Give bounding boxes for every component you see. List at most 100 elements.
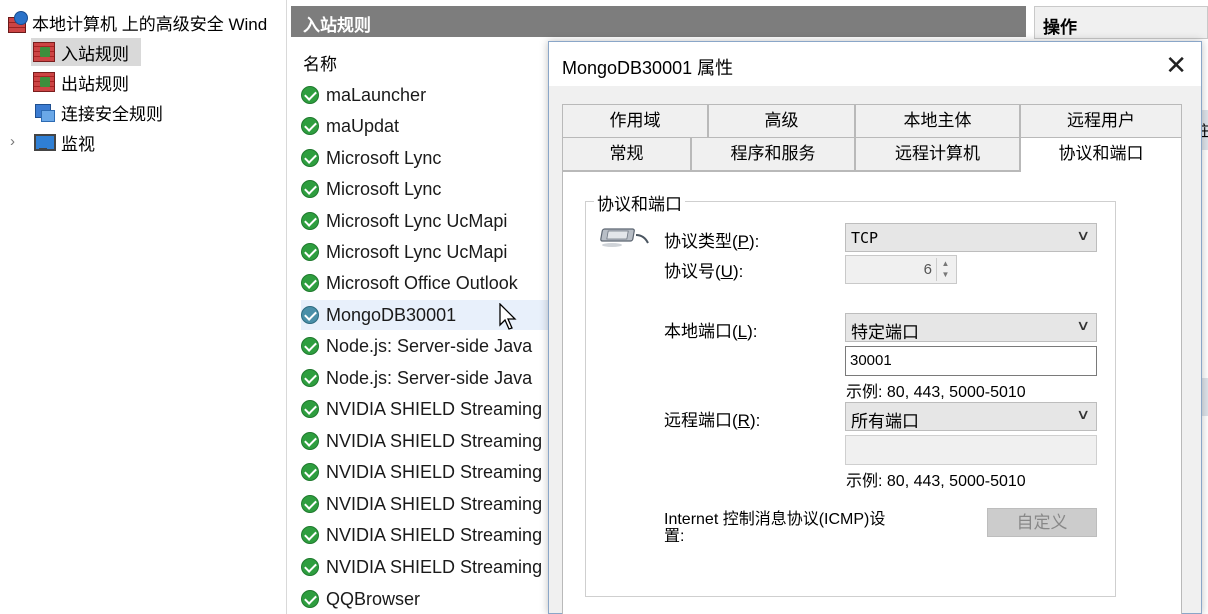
enabled-check-icon [301,149,319,167]
label-accesskey: U [720,262,733,281]
local-port-input[interactable]: 30001 [845,346,1097,376]
close-icon[interactable]: ✕ [1165,50,1187,81]
spin-down-icon[interactable]: ▼ [937,269,954,280]
tree-item-label: 入站规则 [61,44,129,64]
column-header-name[interactable]: 名称 [303,50,337,75]
enabled-check-icon [301,558,319,576]
rule-name: Microsoft Lync [326,178,442,199]
list-item[interactable]: Microsoft Lync UcMapi [301,206,507,236]
rule-name: NVIDIA SHIELD Streaming [326,398,543,419]
rule-name: QQBrowser [326,588,421,609]
tab-general[interactable]: 常规 [562,137,691,171]
expand-chevron-icon[interactable]: › [10,133,15,150]
tab-remote-users[interactable]: 远程用户 [1020,104,1182,138]
list-item[interactable]: QQBrowser [301,584,420,614]
local-port-select[interactable]: 特定端口 ∨ [845,313,1097,342]
customize-button: 自定义 [987,508,1097,537]
tab-programs-services[interactable]: 程序和服务 [691,137,855,171]
firewall-icon [33,72,55,92]
rule-name: NVIDIA SHIELD Streaming [326,493,543,514]
tab-protocols-ports[interactable]: 协议和端口 [1020,137,1182,172]
remote-port-input [845,435,1097,465]
group-title: 协议和端口 [594,190,685,215]
tab-advanced[interactable]: 高级 [708,104,855,138]
dialog-titlebar: MongoDB30001 属性 ✕ [549,42,1201,86]
list-item[interactable]: NVIDIA SHIELD Streaming [301,426,542,456]
rule-name: maUpdat [326,115,400,136]
list-item[interactable]: NVIDIA SHIELD Streaming [301,520,542,550]
remote-port-select[interactable]: 所有端口 ∨ [845,402,1097,431]
label-text: ): [749,411,761,430]
tab-panel: 协议和端口 协议类型(P): TCP ∨ 协议号(U): 6 ▲ ▼ 本地端口(… [562,171,1182,614]
connection-security-icon [33,102,55,122]
list-item[interactable]: Microsoft Lync [301,174,441,204]
select-value: 所有端口 [851,412,919,431]
remote-port-label: 远程端口(R): [664,406,760,431]
label-text: 协议类型( [664,232,738,251]
rule-name: NVIDIA SHIELD Streaming [326,461,543,482]
list-item[interactable]: maUpdat [301,111,399,141]
rule-name: Microsoft Lync [326,147,442,168]
protocol-number-stepper[interactable]: 6 ▲ ▼ [845,255,957,284]
pane-header: 入站规则 [291,6,1026,37]
select-value: 特定端口 [851,323,919,342]
tab-scope[interactable]: 作用域 [562,104,708,138]
tree-item-monitoring[interactable]: 监视 [33,128,95,156]
list-item[interactable]: Node.js: Server-side Java [301,363,532,393]
chevron-down-icon: ∨ [1075,318,1091,334]
tree-item-outbound-rules[interactable]: 出站规则 [33,68,129,96]
properties-dialog: MongoDB30001 属性 ✕ 作用域 高级 本地主体 远程用户 常规 程序… [548,41,1202,614]
protocol-type-label: 协议类型(P): [664,227,759,252]
enabled-check-icon [301,306,319,324]
list-item[interactable]: NVIDIA SHIELD Streaming [301,457,542,487]
rule-name: Microsoft Lync UcMapi [326,241,508,262]
select-value: TCP [851,229,879,247]
tab-remote-computers[interactable]: 远程计算机 [855,137,1020,171]
rule-name: MongoDB30001 [326,304,457,325]
list-item[interactable]: Microsoft Lync [301,143,441,173]
tree-item-inbound-rules[interactable]: 入站规则 [31,38,141,66]
rule-name: maLauncher [326,84,427,105]
tab-local-principals[interactable]: 本地主体 [855,104,1020,138]
list-item[interactable]: NVIDIA SHIELD Streaming [301,552,542,582]
rule-name: Node.js: Server-side Java [326,367,533,388]
tree-root[interactable]: 本地计算机 上的高级安全 Wind [6,8,267,36]
list-item[interactable]: NVIDIA SHIELD Streaming [301,489,542,519]
list-item[interactable]: Microsoft Office Outlook [301,268,518,298]
label-text: ): [749,232,760,251]
enabled-check-icon [301,590,319,608]
enabled-check-icon [301,463,319,481]
remote-port-hint: 示例: 80, 443, 5000-5010 [846,473,1026,490]
tree-item-label: 连接安全规则 [61,104,163,124]
label-accesskey: P [737,232,750,251]
icmp-label: Internet 控制消息协议(ICMP)设 置: [664,511,885,545]
label-text: 本地端口( [664,322,738,341]
mouse-pointer-icon [499,303,517,330]
firewall-icon [33,42,55,62]
rule-name: NVIDIA SHIELD Streaming [326,524,543,545]
chevron-down-icon: ∨ [1075,228,1091,244]
enabled-check-icon [301,243,319,261]
console-tree: 本地计算机 上的高级安全 Wind 入站规则 出站规则 连接安全规则 › 监视 [0,0,287,614]
protocols-ports-group: 协议和端口 协议类型(P): TCP ∨ 协议号(U): 6 ▲ ▼ 本地端口(… [585,190,1116,597]
tree-item-connection-security[interactable]: 连接安全规则 [33,98,163,126]
label-text: 协议号( [664,262,721,281]
icmp-label-line: Internet 控制消息协议(ICMP)设 [664,511,886,528]
spin-arrows[interactable]: ▲ ▼ [936,258,954,281]
protocol-type-select[interactable]: TCP ∨ [845,223,1097,252]
enabled-check-icon [301,212,319,230]
list-item[interactable]: NVIDIA SHIELD Streaming [301,394,542,424]
label-text: 远程端口( [664,411,738,430]
list-item[interactable]: Microsoft Lync UcMapi [301,237,507,267]
dialog-title: MongoDB30001 属性 [562,58,734,78]
list-item[interactable]: Node.js: Server-side Java [301,331,532,361]
label-text: ): [747,322,758,341]
rule-name: Node.js: Server-side Java [326,335,533,356]
enabled-check-icon [301,117,319,135]
list-item[interactable]: maLauncher [301,80,426,110]
rule-name: NVIDIA SHIELD Streaming [326,556,543,577]
spin-up-icon[interactable]: ▲ [937,258,954,269]
rule-name: NVIDIA SHIELD Streaming [326,430,543,451]
label-accesskey: R [737,411,750,430]
enabled-check-icon [301,432,319,450]
